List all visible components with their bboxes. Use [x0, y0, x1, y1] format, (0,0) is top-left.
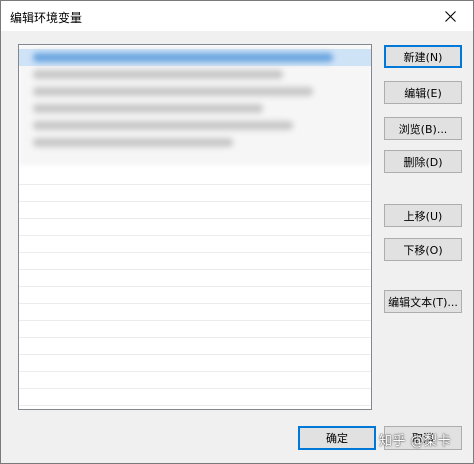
new-button[interactable]: 新建(N) [384, 45, 462, 68]
obscured-entry-text [33, 121, 293, 130]
browse-button[interactable]: 浏览(B)... [384, 117, 462, 140]
list-item[interactable] [19, 49, 371, 66]
move-down-button[interactable]: 下移(O) [384, 238, 462, 261]
obscured-entry-text [33, 87, 313, 96]
list-item[interactable] [19, 270, 371, 287]
edit-button[interactable]: 编辑(E) [384, 81, 462, 104]
list-item[interactable] [19, 355, 371, 372]
close-button[interactable] [427, 1, 473, 31]
list-item[interactable] [19, 134, 371, 151]
list-item[interactable] [19, 321, 371, 338]
obscured-entry-text [33, 53, 333, 62]
list-item[interactable] [19, 372, 371, 389]
list-item[interactable] [19, 151, 371, 168]
window-title: 编辑环境变量 [10, 11, 83, 25]
obscured-entry-text [33, 104, 263, 113]
list-item[interactable] [19, 219, 371, 236]
list-item[interactable] [19, 304, 371, 321]
edit-text-button[interactable]: 编辑文本(T)... [384, 290, 462, 313]
edit-env-variable-dialog: 编辑环境变量 新建(N) 编辑(E) 浏览(B)... 删除(D) 上移(U) … [0, 0, 474, 464]
list-item[interactable] [19, 253, 371, 270]
title-bar: 编辑环境变量 [1, 1, 473, 31]
obscured-entry-text [33, 70, 283, 79]
list-item[interactable] [19, 168, 371, 185]
list-item[interactable] [19, 389, 371, 406]
move-up-button[interactable]: 上移(U) [384, 204, 462, 227]
list-item[interactable] [19, 236, 371, 253]
list-item[interactable] [19, 338, 371, 355]
obscured-entry-text [33, 138, 233, 147]
close-icon [444, 10, 456, 22]
list-item[interactable] [19, 83, 371, 100]
ok-button[interactable]: 确定 [298, 426, 376, 450]
list-item[interactable] [19, 100, 371, 117]
list-item[interactable] [19, 117, 371, 134]
list-item[interactable] [19, 202, 371, 219]
watermark: 知乎 @梨卡 [379, 434, 452, 449]
delete-button[interactable]: 删除(D) [384, 150, 462, 173]
list-item[interactable] [19, 66, 371, 83]
list-item[interactable] [19, 185, 371, 202]
list-item[interactable] [19, 287, 371, 304]
path-entries-list[interactable] [18, 44, 372, 410]
